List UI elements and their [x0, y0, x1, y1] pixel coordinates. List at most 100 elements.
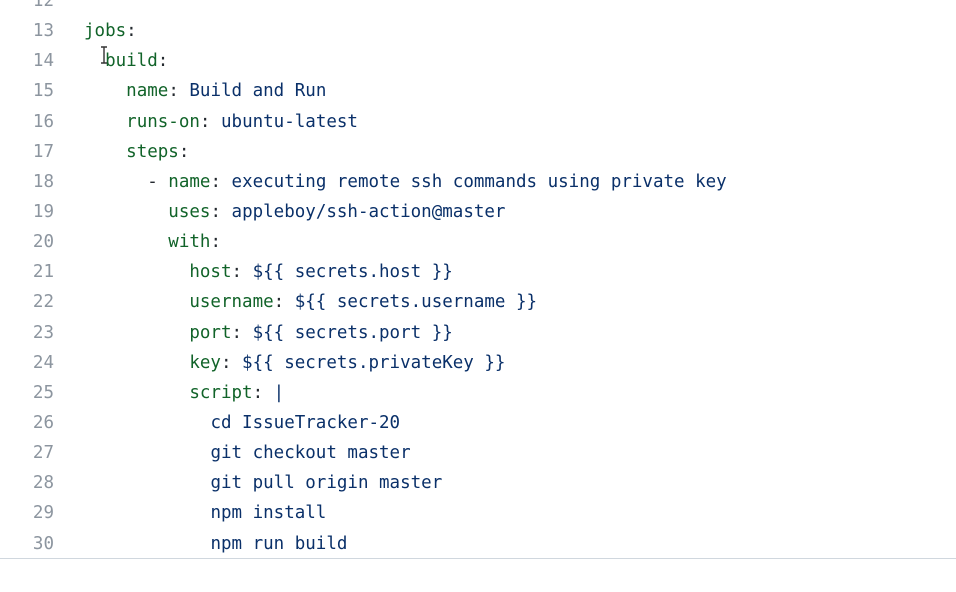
- yaml-key: script: [189, 382, 253, 403]
- line-content: uses: appleboy/ssh-action@master: [84, 197, 505, 227]
- line-number[interactable]: 28: [0, 468, 54, 498]
- line-number[interactable]: 30: [0, 529, 54, 558]
- line-content: username: ${{ secrets.username }}: [84, 287, 537, 317]
- yaml-key: name: [126, 81, 169, 102]
- yaml-value: git checkout master: [210, 443, 411, 464]
- code-line[interactable]: 15 name: Build and Run: [0, 76, 956, 106]
- yaml-key: uses: [168, 201, 211, 222]
- yaml-separator: :: [178, 141, 190, 162]
- line-content: name: Build and Run: [84, 76, 326, 106]
- yaml-value: ${{ secrets.username }}: [294, 292, 538, 313]
- code-line[interactable]: 23 port: ${{ secrets.port }}: [0, 318, 956, 348]
- yaml-value: ${{ secrets.port }}: [252, 322, 453, 343]
- line-number[interactable]: 16: [0, 107, 54, 137]
- line-content: git pull origin master: [84, 468, 442, 498]
- yaml-key: jobs: [84, 21, 127, 42]
- code-line[interactable]: 26 cd IssueTracker-20: [0, 408, 956, 438]
- yaml-key: runs-on: [126, 111, 200, 132]
- line-content: port: ${{ secrets.port }}: [84, 318, 453, 348]
- code-line[interactable]: 19 uses: appleboy/ssh-action@master: [0, 197, 956, 227]
- yaml-value: Build and Run: [189, 81, 327, 102]
- code-line[interactable]: 14 build:: [0, 46, 956, 76]
- code-line[interactable]: 29 npm install: [0, 498, 956, 528]
- line-number[interactable]: 29: [0, 498, 54, 528]
- code-line[interactable]: 17 steps:: [0, 137, 956, 167]
- code-line[interactable]: 21 host: ${{ secrets.host }}: [0, 257, 956, 287]
- line-content: key: ${{ secrets.privateKey }}: [84, 348, 505, 378]
- yaml-value: ${{ secrets.privateKey }}: [242, 352, 506, 373]
- line-number[interactable]: 13: [0, 16, 54, 46]
- line-number[interactable]: 21: [0, 257, 54, 287]
- line-content: cd IssueTracker-20: [84, 408, 400, 438]
- line-number[interactable]: 20: [0, 227, 54, 257]
- yaml-key: with: [168, 232, 211, 253]
- line-number[interactable]: 12: [0, 0, 54, 16]
- code-line[interactable]: 18 - name: executing remote ssh commands…: [0, 167, 956, 197]
- line-content: runs-on: ubuntu-latest: [84, 107, 358, 137]
- line-number[interactable]: 24: [0, 348, 54, 378]
- yaml-separator: :: [252, 382, 274, 403]
- code-line[interactable]: 25 script: |: [0, 378, 956, 408]
- yaml-key: build: [105, 51, 158, 72]
- code-line[interactable]: 30 npm run build: [0, 529, 956, 558]
- code-lines: 12 13 jobs: 14 build: 15 name: Build and Run…: [0, 0, 956, 558]
- yaml-value: appleboy/ssh-action@master: [231, 201, 506, 222]
- yaml-separator: :: [126, 21, 137, 42]
- code-editor[interactable]: 12 13 jobs: 14 build: 15 name: Build and Run…: [0, 0, 956, 558]
- line-content: steps:: [84, 137, 189, 167]
- yaml-separator: :: [199, 111, 221, 132]
- yaml-value: npm install: [210, 503, 327, 524]
- yaml-value: ubuntu-latest: [221, 111, 358, 132]
- line-content: script: |: [84, 378, 284, 408]
- yaml-separator: :: [273, 292, 295, 313]
- editor-footer: [0, 558, 956, 592]
- line-content: with:: [84, 227, 221, 257]
- code-line[interactable]: 16 runs-on: ubuntu-latest: [0, 107, 956, 137]
- code-line[interactable]: 22 username: ${{ secrets.username }}: [0, 287, 956, 317]
- yaml-value: executing remote ssh commands using priv…: [231, 171, 727, 192]
- line-number[interactable]: 14: [0, 46, 54, 76]
- yaml-separator: :: [210, 171, 232, 192]
- code-line[interactable]: 27 git checkout master: [0, 438, 956, 468]
- code-line[interactable]: 28 git pull origin master: [0, 468, 956, 498]
- line-content: npm run build: [84, 529, 347, 558]
- code-line[interactable]: 20 with:: [0, 227, 956, 257]
- yaml-key: username: [189, 292, 274, 313]
- yaml-key: steps: [126, 141, 179, 162]
- yaml-separator: :: [168, 81, 190, 102]
- line-content: build:: [84, 46, 168, 76]
- yaml-separator: :: [231, 262, 253, 283]
- line-number[interactable]: 23: [0, 318, 54, 348]
- line-number[interactable]: 19: [0, 197, 54, 227]
- yaml-value: ${{ secrets.host }}: [252, 262, 453, 283]
- line-number[interactable]: 26: [0, 408, 54, 438]
- code-line[interactable]: 12: [0, 0, 956, 16]
- code-line[interactable]: 13 jobs:: [0, 16, 956, 46]
- line-number[interactable]: 27: [0, 438, 54, 468]
- yaml-key: port: [189, 322, 232, 343]
- line-number[interactable]: 25: [0, 378, 54, 408]
- line-content: - name: executing remote ssh commands us…: [84, 167, 727, 197]
- line-number[interactable]: 17: [0, 137, 54, 167]
- line-number[interactable]: 18: [0, 167, 54, 197]
- line-number[interactable]: 15: [0, 76, 54, 106]
- code-line[interactable]: 24 key: ${{ secrets.privateKey }}: [0, 348, 956, 378]
- line-content: git checkout master: [84, 438, 411, 468]
- indent: -: [84, 171, 169, 192]
- line-content: host: ${{ secrets.host }}: [84, 257, 453, 287]
- yaml-separator: :: [157, 51, 169, 72]
- line-number[interactable]: 22: [0, 287, 54, 317]
